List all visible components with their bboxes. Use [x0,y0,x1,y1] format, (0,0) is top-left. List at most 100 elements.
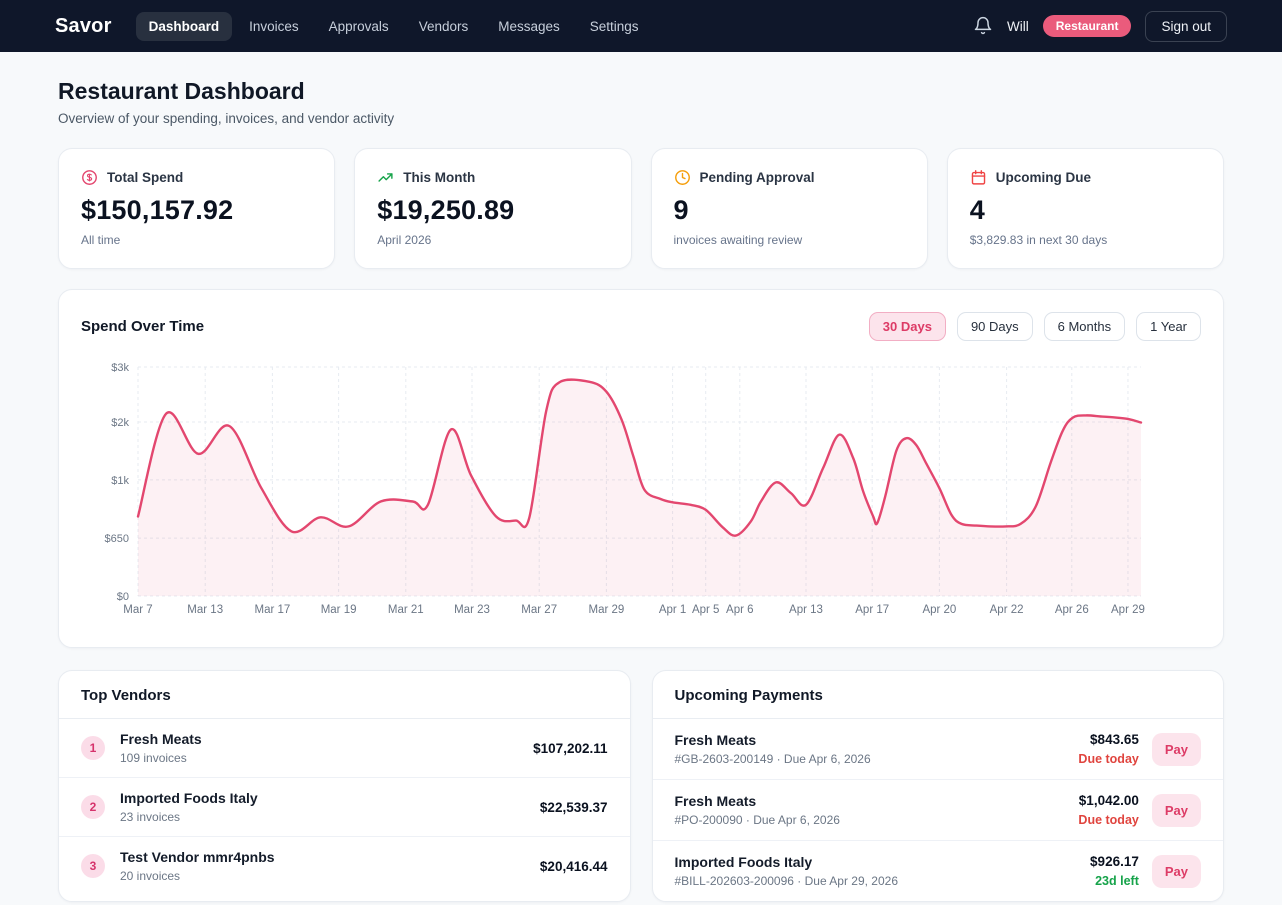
payment-vendor-name: Fresh Meats [675,793,1079,809]
nav-item-dashboard[interactable]: Dashboard [136,12,233,41]
stat-card-upcoming-due: Upcoming Due 4 $3,829.83 in next 30 days [947,148,1224,269]
page-title: Restaurant Dashboard [58,78,1224,105]
stat-caption: April 2026 [377,233,608,247]
payment-detail: #PO-200090 · Due Apr 6, 2026 [675,813,1079,827]
pay-button[interactable]: Pay [1152,794,1201,827]
stat-card-this-month: This Month $19,250.89 April 2026 [354,148,631,269]
stat-value: $19,250.89 [377,195,608,226]
top-vendors-card: Top Vendors 1 Fresh Meats 109 invoices $… [58,670,631,902]
payment-vendor-name: Imported Foods Italy [675,854,1091,870]
svg-text:Mar 13: Mar 13 [187,604,223,616]
svg-text:Mar 21: Mar 21 [388,604,424,616]
nav-item-settings[interactable]: Settings [577,12,652,41]
stat-cards-row: Total Spend $150,157.92 All time This Mo… [58,148,1224,269]
svg-text:Mar 23: Mar 23 [454,604,490,616]
vendor-invoice-count: 23 invoices [120,810,540,824]
vendor-row: 1 Fresh Meats 109 invoices $107,202.11 [59,719,630,777]
stat-label: Pending Approval [700,170,815,185]
svg-text:Mar 17: Mar 17 [255,604,291,616]
calendar-icon [970,169,987,186]
main-menu: Dashboard Invoices Approvals Vendors Mes… [136,12,973,41]
top-navbar: Savor Dashboard Invoices Approvals Vendo… [0,0,1282,52]
payment-row: Fresh Meats #PO-200090 · Due Apr 6, 2026… [653,779,1224,840]
svg-text:$3k: $3k [111,362,129,374]
svg-text:Mar 29: Mar 29 [589,604,625,616]
svg-text:Apr 20: Apr 20 [922,604,956,616]
pay-button[interactable]: Pay [1152,733,1201,766]
svg-text:Apr 5: Apr 5 [692,604,720,616]
stat-value: 9 [674,195,905,226]
role-badge: Restaurant [1043,15,1132,37]
rank-badge: 3 [81,854,105,878]
clock-icon [674,169,691,186]
user-name: Will [1007,19,1029,34]
stat-label: This Month [403,170,475,185]
vendor-amount: $107,202.11 [533,741,607,756]
vendor-name: Imported Foods Italy [120,790,540,806]
payment-amount: $843.65 [1078,732,1138,747]
stat-value: $150,157.92 [81,195,312,226]
payment-status: Due today [1078,813,1138,827]
brand-logo: Savor [55,15,112,38]
payment-detail: #BILL-202603-200096 · Due Apr 29, 2026 [675,874,1091,888]
nav-right-group: Will Restaurant Sign out [973,11,1227,42]
nav-item-vendors[interactable]: Vendors [406,12,482,41]
svg-text:Apr 22: Apr 22 [990,604,1024,616]
spend-over-time-card: Spend Over Time 30 Days 90 Days 6 Months… [58,289,1224,648]
page-subtitle: Overview of your spending, invoices, and… [58,111,1224,126]
vendor-amount: $20,416.44 [540,859,608,874]
payment-status: Due today [1078,752,1138,766]
dashboard-main: Restaurant Dashboard Overview of your sp… [0,78,1282,902]
vendor-amount: $22,539.37 [540,800,608,815]
payment-row: Fresh Meats #GB-2603-200149 · Due Apr 6,… [653,719,1224,779]
payment-amount: $926.17 [1090,854,1139,869]
nav-item-approvals[interactable]: Approvals [316,12,402,41]
svg-text:Apr 1: Apr 1 [659,604,687,616]
svg-text:Apr 29: Apr 29 [1111,604,1145,616]
vendor-row: 2 Imported Foods Italy 23 invoices $22,5… [59,777,630,836]
upcoming-payments-card: Upcoming Payments Fresh Meats #GB-2603-2… [652,670,1225,902]
vendor-name: Fresh Meats [120,731,533,747]
svg-text:Apr 6: Apr 6 [726,604,754,616]
stat-card-total-spend: Total Spend $150,157.92 All time [58,148,335,269]
svg-text:Mar 27: Mar 27 [521,604,557,616]
spend-chart-svg: $0 $650 $1k $2k $3k Mar 7 Mar 13 Mar 17 Mar 19 Ma… [59,290,1164,649]
bottom-panels: Top Vendors 1 Fresh Meats 109 invoices $… [58,670,1224,902]
rank-badge: 2 [81,795,105,819]
payment-detail: #GB-2603-200149 · Due Apr 6, 2026 [675,752,1079,766]
trending-up-icon [377,169,394,186]
sign-out-button[interactable]: Sign out [1145,11,1227,42]
upcoming-payments-title: Upcoming Payments [653,671,1224,719]
stat-value: 4 [970,195,1201,226]
vendor-name: Test Vendor mmr4pnbs [120,849,540,865]
payment-amount: $1,042.00 [1078,793,1138,808]
stat-caption: All time [81,233,312,247]
svg-text:$0: $0 [117,591,129,603]
dollar-circle-icon [81,169,98,186]
pay-button[interactable]: Pay [1152,855,1201,888]
svg-text:$2k: $2k [111,417,129,429]
bell-icon[interactable] [973,16,993,36]
svg-text:Apr 13: Apr 13 [789,604,823,616]
vendor-invoice-count: 20 invoices [120,869,540,883]
svg-text:Apr 26: Apr 26 [1055,604,1089,616]
vendor-row: 3 Test Vendor mmr4pnbs 20 invoices $20,4… [59,836,630,895]
nav-item-messages[interactable]: Messages [485,12,573,41]
payment-row: Imported Foods Italy #BILL-202603-200096… [653,840,1224,901]
rank-badge: 1 [81,736,105,760]
top-vendors-title: Top Vendors [59,671,630,719]
svg-text:Mar 7: Mar 7 [123,604,152,616]
svg-text:Mar 19: Mar 19 [321,604,357,616]
svg-text:Apr 17: Apr 17 [855,604,889,616]
stat-caption: $3,829.83 in next 30 days [970,233,1201,247]
svg-text:$650: $650 [105,533,129,545]
stat-caption: invoices awaiting review [674,233,905,247]
vendor-invoice-count: 109 invoices [120,751,533,765]
stat-label: Upcoming Due [996,170,1091,185]
nav-item-invoices[interactable]: Invoices [236,12,312,41]
stat-label: Total Spend [107,170,183,185]
payment-vendor-name: Fresh Meats [675,732,1079,748]
stat-card-pending-approval: Pending Approval 9 invoices awaiting rev… [651,148,928,269]
payment-status: 23d left [1090,874,1139,888]
svg-text:$1k: $1k [111,475,129,487]
